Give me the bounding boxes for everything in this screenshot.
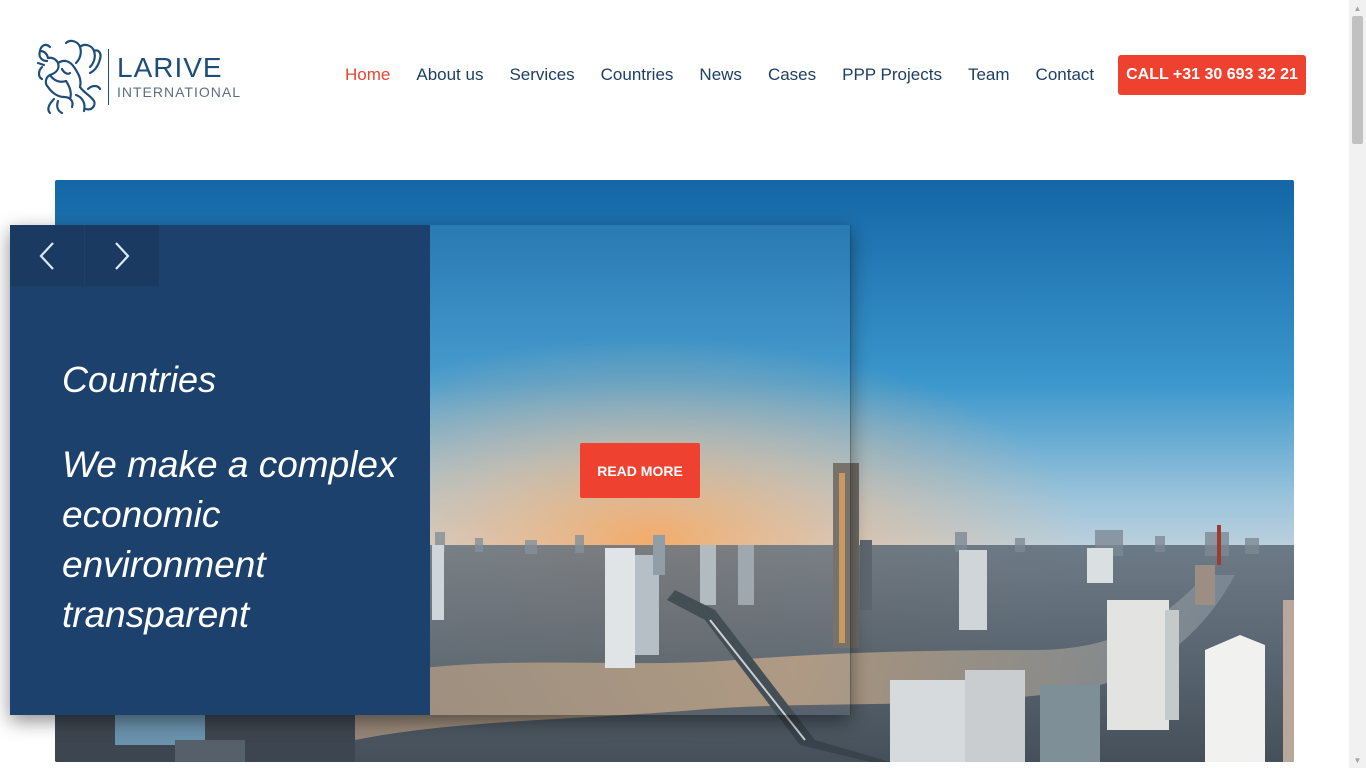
slide-tagline: We make a complex economic environment t…: [62, 444, 397, 635]
nav-item-countries[interactable]: Countries: [601, 65, 674, 85]
read-more-button[interactable]: READ MORE: [580, 443, 700, 498]
slide-prev-button[interactable]: [10, 225, 84, 286]
scroll-thumb[interactable]: [1352, 16, 1363, 144]
nav-item-home[interactable]: Home: [345, 65, 390, 85]
logo-divider: [108, 49, 109, 105]
slide-next-button[interactable]: [85, 225, 159, 286]
main-nav: Home About us Services Countries News Ca…: [332, 55, 1107, 95]
slide-title: Countries: [62, 359, 217, 400]
nav-item-team[interactable]: Team: [968, 65, 1010, 85]
nav-item-cases[interactable]: Cases: [768, 65, 816, 85]
call-button[interactable]: CALL +31 30 693 32 21: [1118, 55, 1306, 95]
nav-item-contact[interactable]: Contact: [1036, 65, 1095, 85]
logo[interactable]: LARIVE INTERNATIONAL: [36, 37, 246, 117]
nav-item-about-us[interactable]: About us: [416, 65, 483, 85]
brand-subtitle: INTERNATIONAL: [117, 84, 241, 100]
nav-item-news[interactable]: News: [699, 65, 742, 85]
nav-item-ppp-projects[interactable]: PPP Projects: [842, 65, 942, 85]
chevron-left-icon: [39, 241, 54, 270]
page-scrollbar[interactable]: ▲ ▼: [1349, 0, 1366, 768]
griffin-logo-icon: [36, 39, 102, 115]
scroll-up-icon[interactable]: ▲: [1349, 0, 1366, 16]
nav-item-services[interactable]: Services: [509, 65, 574, 85]
scroll-down-icon[interactable]: ▼: [1349, 752, 1366, 768]
logo-text: LARIVE INTERNATIONAL: [117, 53, 241, 101]
chevron-right-icon: [115, 241, 130, 270]
brand-name: LARIVE: [117, 52, 223, 83]
